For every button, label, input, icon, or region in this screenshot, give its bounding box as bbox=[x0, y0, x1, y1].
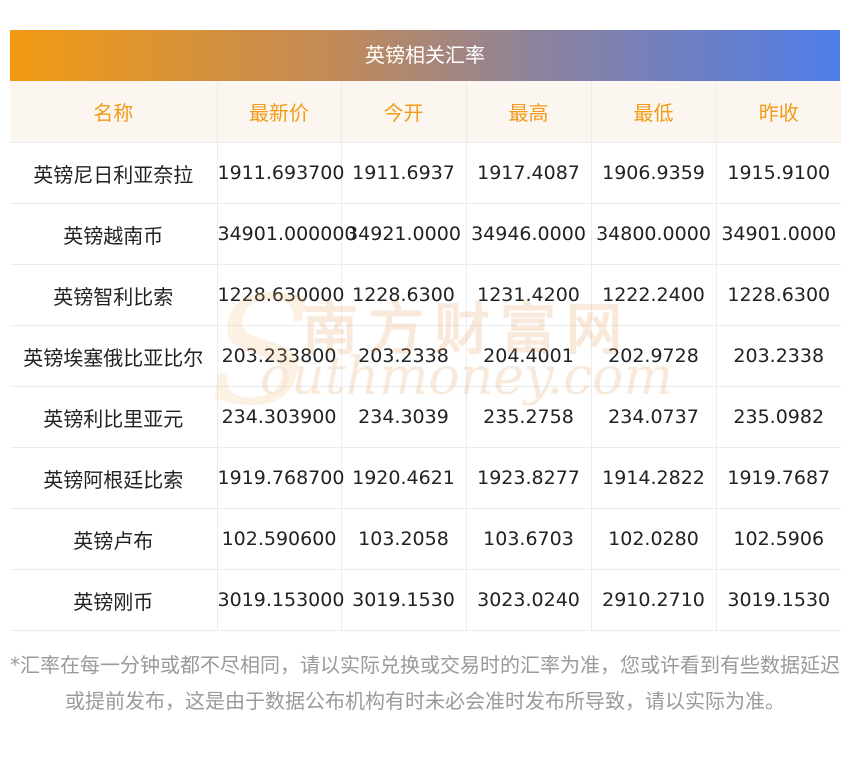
latest-price: 1911.693700 bbox=[217, 142, 344, 204]
high-price: 1231.4200 bbox=[466, 264, 592, 326]
currency-name: 英镑埃塞俄比亚比尔 bbox=[10, 325, 218, 387]
low-price: 34800.0000 bbox=[591, 203, 717, 265]
currency-name: 英镑尼日利亚奈拉 bbox=[10, 142, 218, 204]
currency-name: 英镑利比里亚元 bbox=[10, 386, 218, 448]
latest-price: 1228.630000 bbox=[217, 264, 344, 326]
header-row: 名称 最新价 今开 最高 最低 昨收 bbox=[10, 81, 841, 143]
table-row: 英镑埃塞俄比亚比尔 203.233800 203.2338 204.4001 2… bbox=[10, 325, 841, 387]
col-header-low: 最低 bbox=[591, 81, 717, 143]
col-header-high: 最高 bbox=[466, 81, 592, 143]
disclaimer-note: *汇率在每一分钟或都不尽相同，请以实际兑换或交易时的汇率为准，您或许看到有些数据… bbox=[10, 653, 840, 713]
open-price: 34921.0000 bbox=[341, 203, 467, 265]
table-row: 英镑利比里亚元 234.303900 234.3039 235.2758 234… bbox=[10, 386, 841, 448]
high-price: 235.2758 bbox=[466, 386, 592, 448]
col-header-latest: 最新价 bbox=[217, 81, 342, 143]
low-price: 202.9728 bbox=[591, 325, 717, 387]
table-title: 英镑相关汇率 bbox=[10, 30, 840, 81]
prev-close-price: 1919.7687 bbox=[716, 447, 841, 509]
table-row: 英镑越南币 34901.000000 34921.0000 34946.0000… bbox=[10, 203, 841, 265]
latest-price: 3019.153000 bbox=[217, 569, 344, 631]
low-price: 102.0280 bbox=[591, 508, 717, 570]
low-price: 1906.9359 bbox=[591, 142, 717, 204]
currency-name: 英镑智利比索 bbox=[10, 264, 218, 326]
high-price: 204.4001 bbox=[466, 325, 592, 387]
high-price: 34946.0000 bbox=[466, 203, 592, 265]
table-row: 英镑刚币 3019.153000 3019.1530 3023.0240 291… bbox=[10, 569, 841, 631]
high-price: 103.6703 bbox=[466, 508, 592, 570]
col-header-open: 今开 bbox=[341, 81, 467, 143]
prev-close-price: 34901.0000 bbox=[716, 203, 841, 265]
table-row: 英镑卢布 102.590600 103.2058 103.6703 102.02… bbox=[10, 508, 841, 570]
open-price: 234.3039 bbox=[341, 386, 467, 448]
open-price: 3019.1530 bbox=[341, 569, 467, 631]
table-row: 英镑尼日利亚奈拉 1911.693700 1911.6937 1917.4087… bbox=[10, 142, 841, 204]
currency-name: 英镑卢布 bbox=[10, 508, 218, 570]
col-header-prev-close: 昨收 bbox=[716, 81, 841, 143]
high-price: 3023.0240 bbox=[466, 569, 592, 631]
currency-name: 英镑阿根廷比索 bbox=[10, 447, 218, 509]
high-price: 1923.8277 bbox=[466, 447, 592, 509]
currency-name: 英镑越南币 bbox=[10, 203, 218, 265]
prev-close-price: 1915.9100 bbox=[716, 142, 841, 204]
rates-table: 名称 最新价 今开 最高 最低 昨收 英镑尼日利亚奈拉 1911.693700 … bbox=[10, 81, 841, 631]
prev-close-price: 102.5906 bbox=[716, 508, 841, 570]
low-price: 1914.2822 bbox=[591, 447, 717, 509]
open-price: 1920.4621 bbox=[341, 447, 467, 509]
open-price: 1911.6937 bbox=[341, 142, 467, 204]
prev-close-price: 1228.6300 bbox=[716, 264, 841, 326]
latest-price: 1919.768700 bbox=[217, 447, 344, 509]
low-price: 234.0737 bbox=[591, 386, 717, 448]
latest-price: 102.590600 bbox=[217, 508, 342, 570]
open-price: 1228.6300 bbox=[341, 264, 467, 326]
latest-price: 34901.000000 bbox=[217, 203, 357, 265]
high-price: 1917.4087 bbox=[466, 142, 592, 204]
table-row: 英镑智利比索 1228.630000 1228.6300 1231.4200 1… bbox=[10, 264, 841, 326]
prev-close-price: 3019.1530 bbox=[716, 569, 841, 631]
prev-close-price: 203.2338 bbox=[716, 325, 841, 387]
open-price: 103.2058 bbox=[341, 508, 467, 570]
low-price: 1222.2400 bbox=[591, 264, 717, 326]
col-header-name: 名称 bbox=[10, 81, 218, 143]
prev-close-price: 235.0982 bbox=[716, 386, 841, 448]
latest-price: 234.303900 bbox=[217, 386, 342, 448]
latest-price: 203.233800 bbox=[217, 325, 342, 387]
currency-name: 英镑刚币 bbox=[10, 569, 218, 631]
low-price: 2910.2710 bbox=[591, 569, 717, 631]
rates-card: 英镑相关汇率 名称 最新价 今开 最高 最低 昨收 英镑尼日利亚奈拉 1911.… bbox=[10, 30, 841, 631]
table-row: 英镑阿根廷比索 1919.768700 1920.4621 1923.8277 … bbox=[10, 447, 841, 509]
open-price: 203.2338 bbox=[341, 325, 467, 387]
